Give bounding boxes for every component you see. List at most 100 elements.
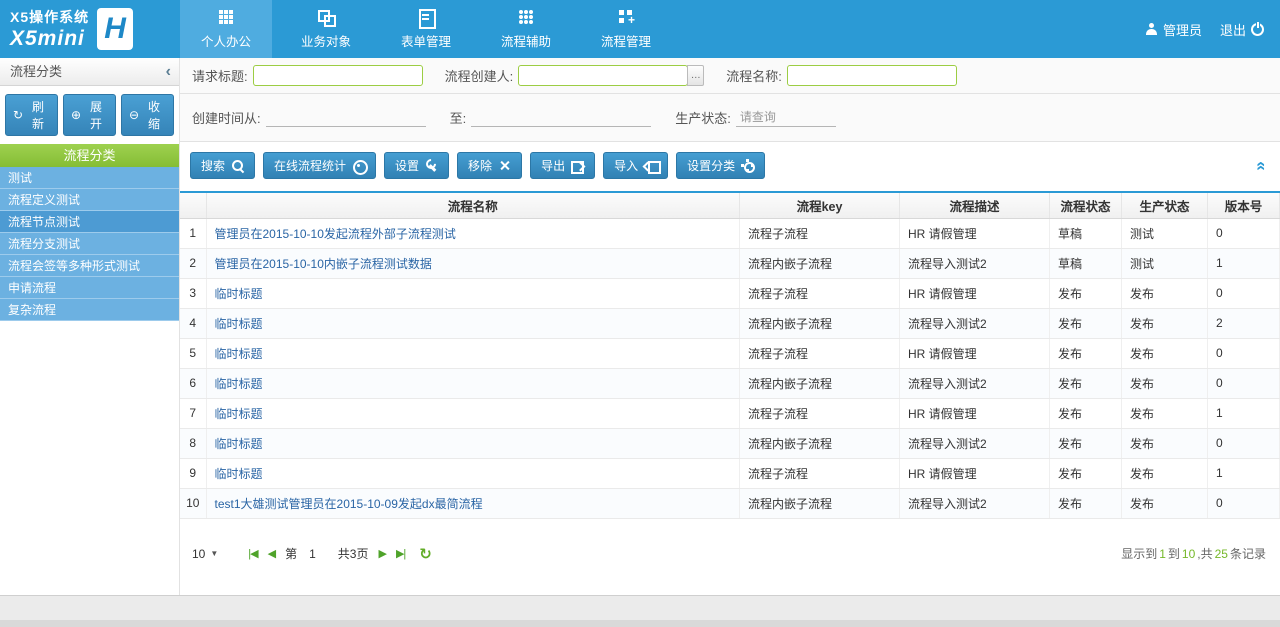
- page-label: 第: [285, 545, 297, 562]
- set-category-button[interactable]: 设置分类: [676, 152, 765, 179]
- process-name-cell: 管理员在2015-10-10内嵌子流程测试数据: [206, 248, 740, 278]
- creator-input[interactable]: [518, 65, 688, 86]
- process-name-link[interactable]: 临时标题: [215, 317, 263, 331]
- prev-page-button[interactable]: ◀: [268, 547, 275, 560]
- expand-button[interactable]: ⊕ 展开: [63, 94, 116, 136]
- process-name-link[interactable]: test1大雄测试管理员在2015-10-09发起dx最简流程: [215, 497, 483, 511]
- summary-prefix: 显示到: [1121, 547, 1157, 561]
- sidebar-item-apply-process[interactable]: 申请流程: [0, 277, 179, 299]
- online-process-stats-button[interactable]: 在线流程统计: [263, 152, 376, 179]
- process-name-cell: 临时标题: [206, 368, 740, 398]
- logout-button[interactable]: 退出: [1220, 20, 1264, 39]
- gear-icon: [741, 159, 754, 172]
- sidebar-item-countersign-test[interactable]: 流程会签等多种形式测试: [0, 255, 179, 277]
- row-index: 7: [180, 398, 206, 428]
- process-name-link[interactable]: 管理员在2015-10-10内嵌子流程测试数据: [215, 257, 432, 271]
- prod-status-cell: 测试: [1122, 218, 1208, 248]
- process-key-cell: 流程内嵌子流程: [740, 488, 900, 518]
- table-row[interactable]: 6 临时标题 流程内嵌子流程 流程导入测试2 发布 发布 0: [180, 368, 1280, 398]
- tab-process-assist[interactable]: 流程辅助: [480, 0, 572, 58]
- top-header: X5操作系统 X5mini H 个人办公 业务对象 表单管理 流程辅助 流程管理…: [0, 0, 1280, 58]
- refresh-button[interactable]: ↻ 刷新: [5, 94, 58, 136]
- table-row[interactable]: 1 管理员在2015-10-10发起流程外部子流程测试 流程子流程 HR 请假管…: [180, 218, 1280, 248]
- version-cell: 2: [1208, 308, 1280, 338]
- col-prod[interactable]: 生产状态: [1122, 192, 1208, 218]
- prod-status-cell: 发布: [1122, 488, 1208, 518]
- system-name: X5mini: [10, 27, 89, 51]
- process-name-link[interactable]: 临时标题: [215, 347, 263, 361]
- search-icon: [231, 159, 244, 172]
- tab-business-objects[interactable]: 业务对象: [280, 0, 372, 58]
- record-summary: 显示到1到10,共25条记录: [1121, 545, 1266, 562]
- col-key[interactable]: 流程key: [740, 192, 900, 218]
- current-page-input[interactable]: 1: [309, 547, 316, 561]
- stacked-objects-icon: [316, 9, 336, 26]
- col-version[interactable]: 版本号: [1208, 192, 1280, 218]
- main-panel: 请求标题: 流程创建人: … 流程名称: 创建时间从:: [180, 58, 1280, 595]
- prod-status-cell: 发布: [1122, 308, 1208, 338]
- prod-status-label: 生产状态:: [675, 108, 731, 127]
- last-page-button[interactable]: ▶|: [396, 547, 405, 560]
- toolbar-button-label: 移除: [468, 157, 492, 174]
- col-name[interactable]: 流程名称: [206, 192, 740, 218]
- process-desc-cell: HR 请假管理: [900, 458, 1050, 488]
- import-button[interactable]: 导入: [603, 152, 668, 179]
- process-name-input[interactable]: [787, 65, 957, 86]
- page-size-select[interactable]: 10 ▼: [192, 547, 218, 561]
- collapse-sidebar-icon[interactable]: ‹: [166, 58, 171, 86]
- row-index: 8: [180, 428, 206, 458]
- collapse-button[interactable]: ⊖ 收缩: [121, 94, 174, 136]
- date-to-input[interactable]: [471, 108, 651, 127]
- refresh-icon: ↻: [13, 108, 23, 122]
- dots-grid-icon: [516, 9, 536, 26]
- col-status[interactable]: 流程状态: [1050, 192, 1122, 218]
- tab-process-management[interactable]: 流程管理: [580, 0, 672, 58]
- collapse-icon: ⊖: [129, 108, 139, 122]
- collapse-panel-icon[interactable]: «: [1251, 157, 1271, 174]
- remove-button[interactable]: 移除: [457, 152, 522, 179]
- process-name-link[interactable]: 管理员在2015-10-10发起流程外部子流程测试: [215, 227, 456, 241]
- request-title-input[interactable]: [253, 65, 423, 86]
- process-name-link[interactable]: 临时标题: [215, 437, 263, 451]
- sidebar-item-complex-process[interactable]: 复杂流程: [0, 299, 179, 321]
- process-desc-cell: 流程导入测试2: [900, 368, 1050, 398]
- process-desc-cell: 流程导入测试2: [900, 308, 1050, 338]
- next-page-button[interactable]: ▶: [378, 547, 385, 560]
- settings-button[interactable]: 设置: [384, 152, 449, 179]
- tab-personal-office[interactable]: 个人办公: [180, 0, 272, 58]
- prod-status-input[interactable]: [736, 108, 836, 127]
- process-desc-cell: 流程导入测试2: [900, 428, 1050, 458]
- nav-tab-label: 表单管理: [401, 31, 451, 50]
- toolbar-button-label: 设置分类: [687, 157, 735, 174]
- request-title-group: 请求标题:: [192, 65, 423, 86]
- table-row[interactable]: 10 test1大雄测试管理员在2015-10-09发起dx最简流程 流程内嵌子…: [180, 488, 1280, 518]
- process-name-link[interactable]: 临时标题: [215, 467, 263, 481]
- date-from-input[interactable]: [266, 108, 426, 127]
- process-name-link[interactable]: 临时标题: [215, 377, 263, 391]
- creator-picker-button[interactable]: …: [687, 65, 704, 86]
- table-row[interactable]: 4 临时标题 流程内嵌子流程 流程导入测试2 发布 发布 2: [180, 308, 1280, 338]
- table-row[interactable]: 7 临时标题 流程子流程 HR 请假管理 发布 发布 1: [180, 398, 1280, 428]
- first-page-button[interactable]: |◀: [248, 547, 257, 560]
- search-button[interactable]: 搜索: [190, 152, 255, 179]
- sidebar-item-process-branch-test[interactable]: 流程分支测试: [0, 233, 179, 255]
- col-desc[interactable]: 流程描述: [900, 192, 1050, 218]
- filter-row-secondary: 创建时间从: 至: 生产状态:: [180, 94, 1280, 142]
- export-button[interactable]: 导出: [530, 152, 595, 179]
- sidebar-item-process-node-test[interactable]: 流程节点测试: [0, 211, 179, 233]
- table-row[interactable]: 2 管理员在2015-10-10内嵌子流程测试数据 流程内嵌子流程 流程导入测试…: [180, 248, 1280, 278]
- user-menu[interactable]: 管理员: [1146, 20, 1202, 39]
- creator-label: 流程创建人:: [445, 66, 514, 85]
- page-nav: |◀ ◀ 第 1 共3页 ▶ ▶| ↻: [248, 545, 432, 563]
- process-name-link[interactable]: 临时标题: [215, 407, 263, 421]
- table-row[interactable]: 3 临时标题 流程子流程 HR 请假管理 发布 发布 0: [180, 278, 1280, 308]
- process-name-link[interactable]: 临时标题: [215, 287, 263, 301]
- creator-input-wrap: …: [518, 65, 704, 86]
- table-row[interactable]: 8 临时标题 流程内嵌子流程 流程导入测试2 发布 发布 0: [180, 428, 1280, 458]
- sidebar-item-process-definition-test[interactable]: 流程定义测试: [0, 189, 179, 211]
- sidebar-item-test[interactable]: 测试: [0, 167, 179, 189]
- table-row[interactable]: 9 临时标题 流程子流程 HR 请假管理 发布 发布 1: [180, 458, 1280, 488]
- tab-form-management[interactable]: 表单管理: [380, 0, 472, 58]
- reload-grid-icon[interactable]: ↻: [419, 545, 432, 563]
- table-row[interactable]: 5 临时标题 流程子流程 HR 请假管理 发布 发布 0: [180, 338, 1280, 368]
